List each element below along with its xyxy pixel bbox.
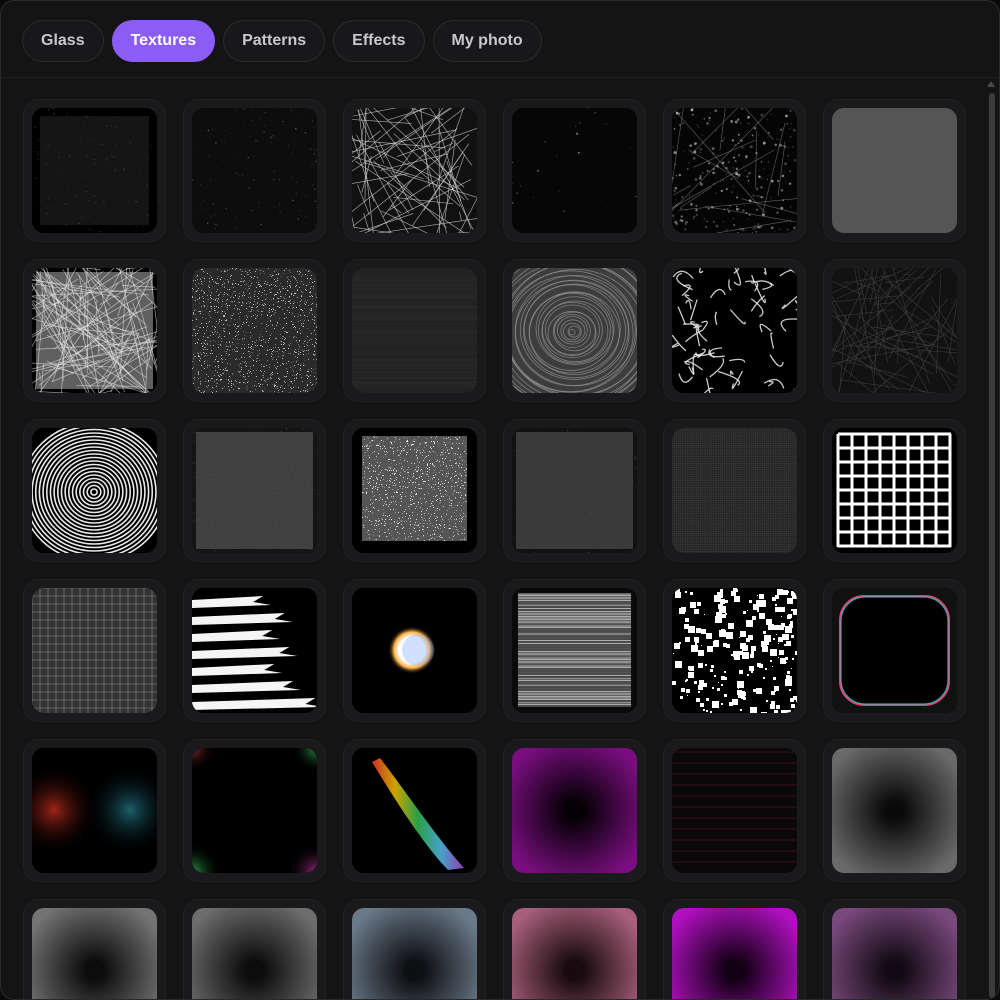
- texture-picker-panel: Glass Textures Patterns Effects My photo: [0, 0, 1000, 1000]
- texture-tile-pink-vignette[interactable]: [503, 899, 646, 999]
- texture-thumbnail: [672, 268, 797, 393]
- tab-patterns[interactable]: Patterns: [223, 20, 326, 62]
- tab-divider: [1, 77, 999, 78]
- texture-thumbnail: [32, 588, 157, 713]
- texture-tile-tree-rings[interactable]: [503, 259, 646, 402]
- texture-tile-rainbow-flare[interactable]: [343, 739, 486, 882]
- texture-thumbnail: [352, 268, 477, 393]
- texture-tile-corner-glow[interactable]: [183, 739, 326, 882]
- texture-thumbnail: [672, 108, 797, 233]
- texture-thumbnail: [192, 108, 317, 233]
- scrollbar-thumb[interactable]: [989, 93, 995, 998]
- texture-tile-dark-streaks[interactable]: [343, 259, 486, 402]
- texture-thumbnail: [832, 428, 957, 553]
- texture-tile-white-grid[interactable]: [823, 419, 966, 562]
- scrollbar[interactable]: [988, 93, 996, 998]
- texture-tile-chromatic-vignette[interactable]: [823, 579, 966, 722]
- texture-tile-caustic-web[interactable]: [663, 259, 806, 402]
- texture-thumbnail: [352, 748, 477, 873]
- texture-tile-light-orb[interactable]: [343, 579, 486, 722]
- texture-thumbnail: [192, 748, 317, 873]
- texture-thumbnail: [192, 588, 317, 713]
- texture-thumbnail: [192, 428, 317, 553]
- texture-tile-star-specks[interactable]: [503, 99, 646, 242]
- texture-thumbnail: [192, 268, 317, 393]
- texture-thumbnail: [352, 428, 477, 553]
- texture-tile-gray-vignette-2[interactable]: [23, 899, 166, 999]
- texture-tile-brush-strokes[interactable]: [183, 579, 326, 722]
- texture-tile-blue-gray-vignette[interactable]: [343, 899, 486, 999]
- texture-tile-red-lines[interactable]: [663, 739, 806, 882]
- tab-glass[interactable]: Glass: [22, 20, 104, 62]
- texture-thumbnail: [32, 108, 157, 233]
- texture-thumbnail: [672, 908, 797, 999]
- texture-thumbnail: [352, 908, 477, 999]
- texture-thumbnail: [832, 748, 957, 873]
- texture-tile-dark-noise-framed[interactable]: [23, 99, 166, 242]
- tab-textures[interactable]: Textures: [111, 20, 216, 62]
- texture-thumbnail: [352, 588, 477, 713]
- texture-thumbnail: [832, 588, 957, 713]
- texture-thumbnail: [672, 428, 797, 553]
- texture-tile-mauve-vignette[interactable]: [823, 899, 966, 999]
- texture-thumbnail: [832, 268, 957, 393]
- texture-thumbnail: [192, 908, 317, 999]
- texture-tile-gray-felt[interactable]: [183, 419, 326, 562]
- texture-thumbnail: [32, 428, 157, 553]
- texture-tile-gray-vignette[interactable]: [823, 739, 966, 882]
- texture-thumbnail: [32, 748, 157, 873]
- texture-thumbnail: [512, 748, 637, 873]
- texture-thumbnail: [672, 588, 797, 713]
- texture-tile-crumpled-paper[interactable]: [23, 259, 166, 402]
- tab-bar: Glass Textures Patterns Effects My photo: [22, 20, 542, 62]
- texture-tile-grunge-cracks[interactable]: [663, 99, 806, 242]
- texture-tile-dark-crackle[interactable]: [823, 259, 966, 402]
- texture-thumbnail: [832, 108, 957, 233]
- texture-thumbnail: [672, 748, 797, 873]
- texture-tile-fine-mesh[interactable]: [663, 419, 806, 562]
- texture-tile-magenta-vignette[interactable]: [663, 899, 806, 999]
- texture-thumbnail: [512, 108, 637, 233]
- texture-grid: [23, 99, 966, 999]
- texture-thumbnail: [512, 268, 637, 393]
- texture-tile-salt-pepper-noise[interactable]: [183, 259, 326, 402]
- texture-tile-fine-gray-weave[interactable]: [823, 99, 966, 242]
- texture-thumbnail: [32, 268, 157, 393]
- texture-thumbnail: [512, 908, 637, 999]
- texture-tile-dark-gray-felt[interactable]: [503, 419, 646, 562]
- texture-tile-fingerprint[interactable]: [23, 419, 166, 562]
- tab-my-photo[interactable]: My photo: [432, 20, 542, 62]
- texture-tile-red-cyan-blur[interactable]: [23, 739, 166, 882]
- texture-tile-scanlines[interactable]: [503, 579, 646, 722]
- scroll-up-arrow-icon[interactable]: [987, 81, 995, 87]
- texture-thumbnail: [512, 428, 637, 553]
- texture-thumbnail: [832, 908, 957, 999]
- texture-thumbnail: [352, 108, 477, 233]
- texture-tile-purple-vignette[interactable]: [503, 739, 646, 882]
- texture-tile-static-noise[interactable]: [343, 419, 486, 562]
- texture-thumbnail: [512, 588, 637, 713]
- texture-tile-sparse-dust[interactable]: [183, 99, 326, 242]
- texture-tile-scratches[interactable]: [343, 99, 486, 242]
- texture-tile-splatter-blocks[interactable]: [663, 579, 806, 722]
- texture-thumbnail: [32, 908, 157, 999]
- texture-tile-gray-vignette-3[interactable]: [183, 899, 326, 999]
- tab-effects[interactable]: Effects: [333, 20, 425, 62]
- texture-tile-square-grid[interactable]: [23, 579, 166, 722]
